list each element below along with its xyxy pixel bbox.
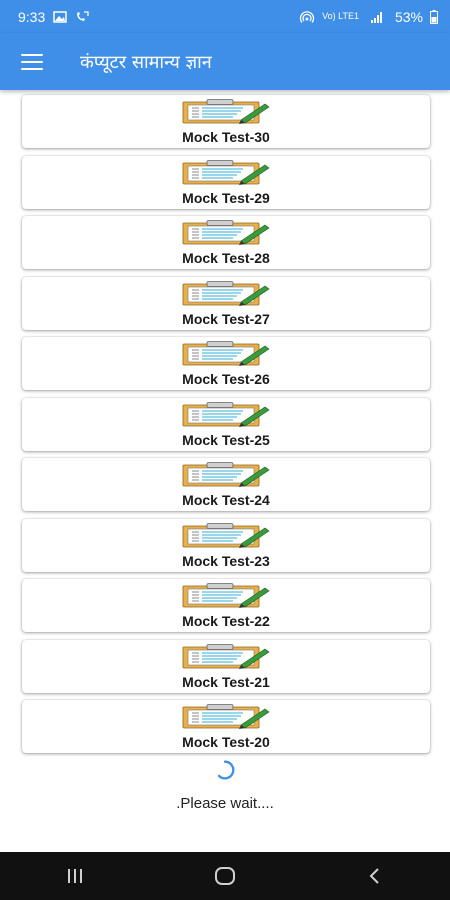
status-bar-left: 9:33: [18, 9, 89, 25]
mock-test-card[interactable]: Mock Test-26: [22, 337, 430, 390]
status-bar: 9:33 Vo) LTE1 53%: [0, 0, 450, 33]
mock-test-label: Mock Test-29: [182, 189, 270, 206]
app-title: कंप्यूटर सामान्य ज्ञान: [80, 51, 212, 73]
please-wait-text: .Please wait....: [176, 795, 274, 812]
mock-test-label: Mock Test-23: [182, 552, 270, 569]
back-button[interactable]: [345, 856, 405, 896]
clipboard-pencil-icon: [182, 401, 270, 427]
mock-test-card[interactable]: Mock Test-27: [22, 276, 430, 330]
mock-test-label: Mock Test-22: [182, 613, 270, 629]
home-button[interactable]: [195, 856, 255, 896]
hotspot-icon: [299, 10, 315, 23]
battery-percentage: 53%: [394, 8, 423, 25]
home-icon: [215, 867, 235, 885]
image-notification-icon: [53, 10, 67, 23]
clipboard-pencil-icon: [182, 159, 270, 185]
system-navigation-bar: [0, 852, 450, 900]
status-time: 9:33: [18, 8, 46, 25]
clipboard-pencil-icon: [182, 704, 270, 729]
mock-test-card[interactable]: Mock Test-25: [22, 397, 430, 451]
clipboard-pencil-icon: [182, 280, 270, 306]
mock-test-label: Mock Test-25: [182, 431, 270, 448]
clipboard-pencil-icon: [182, 583, 270, 608]
loading-spinner-icon: [217, 760, 235, 780]
hamburger-menu-icon[interactable]: [21, 53, 43, 70]
mock-test-card[interactable]: Mock Test-22: [22, 579, 430, 632]
mock-test-card[interactable]: Mock Test-30: [22, 95, 430, 148]
clipboard-pencil-icon: [182, 522, 270, 548]
battery-icon: [430, 9, 438, 24]
mock-test-label: Mock Test-28: [182, 250, 270, 266]
mock-test-card[interactable]: Mock Test-24: [22, 458, 430, 511]
recent-apps-icon: [68, 869, 82, 883]
clipboard-pencil-icon: [182, 99, 270, 124]
clipboard-pencil-icon: [182, 341, 270, 366]
clipboard-pencil-icon: [182, 643, 270, 669]
mock-test-label: Mock Test-20: [182, 734, 270, 750]
mock-test-label: Mock Test-21: [182, 673, 270, 690]
clipboard-pencil-icon: [182, 462, 270, 487]
mock-test-card[interactable]: Mock Test-29: [22, 155, 430, 209]
mock-test-card[interactable]: Mock Test-20: [22, 700, 430, 753]
signal-icon: [370, 11, 382, 23]
mock-test-card[interactable]: Mock Test-28: [22, 216, 430, 269]
mock-test-list: Mock Test-30 Mock Test-29 Mock Test-28 M…: [22, 95, 430, 761]
app-bar: कंप्यूटर सामान्य ज्ञान: [0, 33, 450, 90]
mock-test-label: Mock Test-27: [182, 310, 270, 327]
mock-test-card[interactable]: Mock Test-23: [22, 518, 430, 572]
recent-apps-button[interactable]: [45, 856, 105, 896]
mock-test-card[interactable]: Mock Test-21: [22, 639, 430, 693]
loading-indicator: .Please wait....: [0, 760, 450, 812]
mock-test-label: Mock Test-26: [182, 371, 270, 387]
mock-test-label: Mock Test-30: [182, 129, 270, 145]
clipboard-pencil-icon: [182, 220, 270, 245]
network-label: Vo) LTE1: [322, 11, 359, 21]
back-icon: [369, 868, 379, 884]
status-bar-right: Vo) LTE1 53%: [299, 9, 438, 25]
call-notification-icon: [77, 10, 89, 21]
mock-test-label: Mock Test-24: [182, 492, 270, 508]
